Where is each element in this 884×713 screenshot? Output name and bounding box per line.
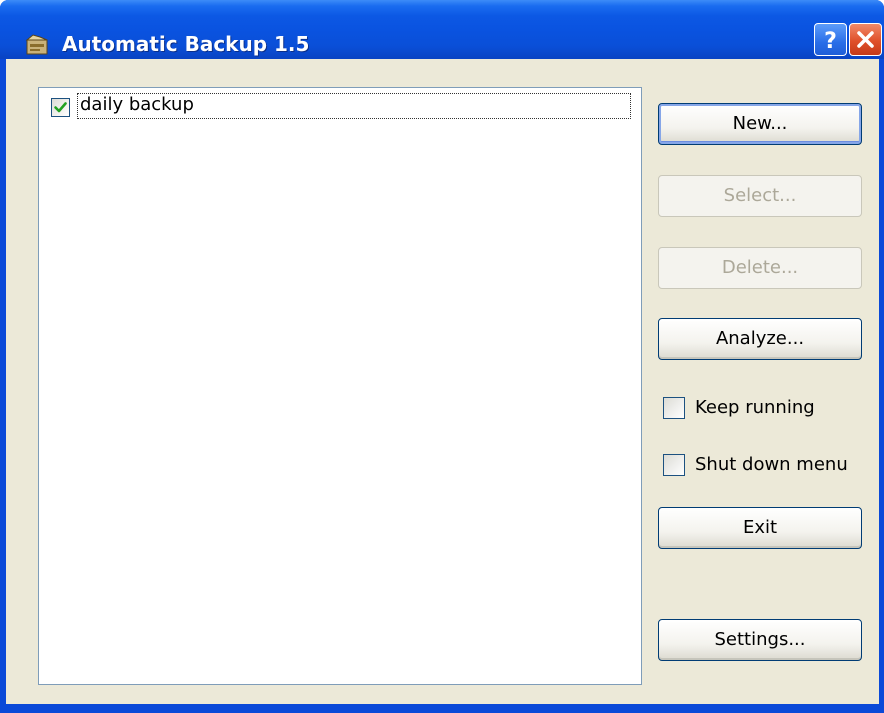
window-title: Automatic Backup 1.5	[62, 32, 310, 56]
keep-running-checkbox[interactable]	[663, 397, 685, 419]
shut-down-menu-label: Shut down menu	[695, 454, 848, 475]
svg-text:?: ?	[824, 29, 837, 54]
exit-button[interactable]: Exit	[658, 507, 862, 549]
question-mark-icon: ?	[824, 29, 837, 54]
help-button[interactable]: ?	[814, 23, 847, 56]
delete-button[interactable]: Delete...	[658, 247, 862, 289]
analyze-button[interactable]: Analyze...	[658, 318, 862, 360]
app-window: Automatic Backup 1.5 ? daily backup New.…	[0, 0, 884, 713]
keep-running-label: Keep running	[695, 397, 815, 418]
dialog-client-area: daily backup New... Select... Delete... …	[6, 59, 879, 704]
app-icon	[25, 34, 48, 55]
close-button[interactable]	[849, 23, 882, 56]
shut-down-menu-option[interactable]: Shut down menu	[663, 451, 877, 479]
settings-button[interactable]: Settings...	[658, 619, 862, 661]
checkmark-icon	[54, 102, 67, 113]
backup-list[interactable]: daily backup	[38, 87, 642, 685]
list-item-checkbox[interactable]	[51, 98, 70, 117]
shut-down-menu-checkbox[interactable]	[663, 454, 685, 476]
select-button[interactable]: Select...	[658, 175, 862, 217]
title-bar[interactable]: Automatic Backup 1.5 ?	[0, 0, 884, 59]
list-item-label: daily backup	[77, 93, 631, 119]
keep-running-option[interactable]: Keep running	[663, 394, 877, 422]
new-button[interactable]: New...	[658, 103, 862, 145]
list-item[interactable]: daily backup	[47, 92, 637, 122]
close-icon	[857, 31, 874, 48]
